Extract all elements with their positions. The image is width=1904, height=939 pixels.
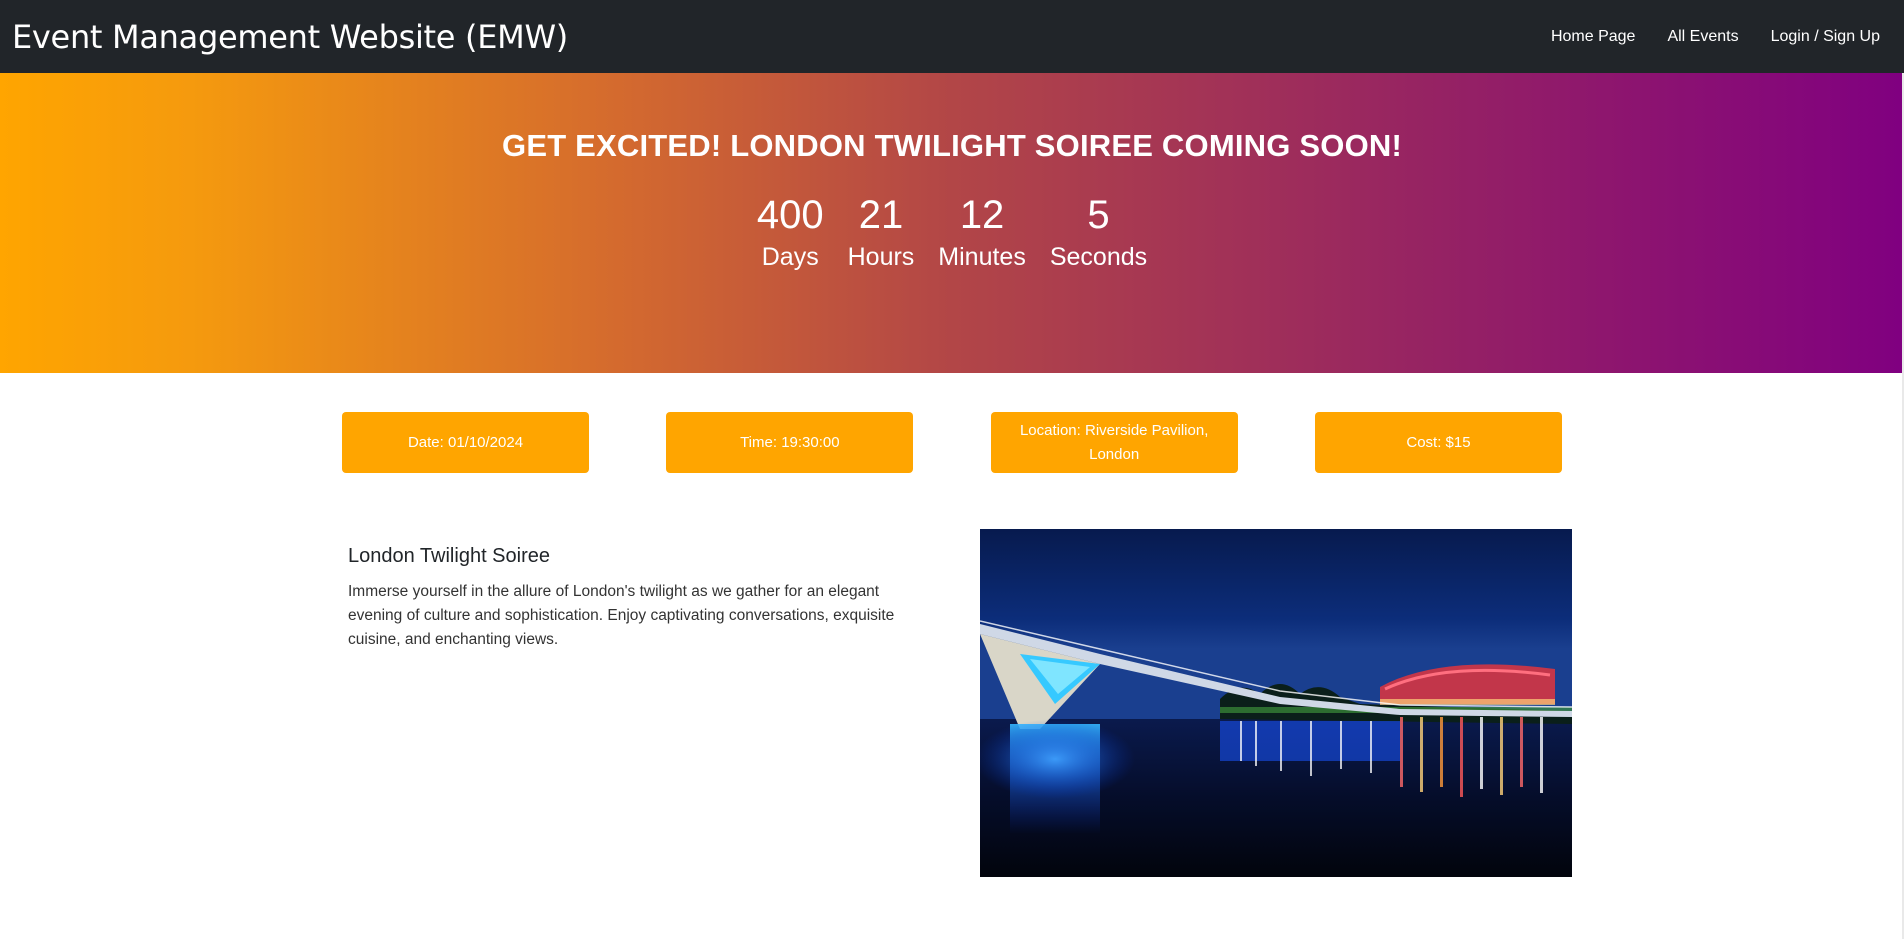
event-description: Immerse yourself in the allure of London… (348, 583, 895, 648)
nav-all-events-link[interactable]: All Events (1667, 28, 1738, 46)
time-box: Time: 19:30:00 (666, 412, 914, 473)
event-image (980, 529, 1572, 877)
countdown-minutes-label: Minutes (938, 243, 1026, 271)
nav-home-link[interactable]: Home Page (1551, 28, 1636, 46)
countdown: 400 Days 21 Hours 12 Minutes 5 Seconds (0, 191, 1904, 273)
cost-box: Cost: $15 (1314, 412, 1562, 473)
nav-links: Home Page All Events Login / Sign Up (1551, 28, 1880, 46)
navbar: Event Management Website (EMW) Home Page… (0, 0, 1904, 73)
countdown-seconds: 5 Seconds (1050, 191, 1147, 273)
event-title: London Twilight Soiree (348, 545, 550, 567)
date-box: Date: 01/10/2024 (342, 412, 589, 473)
countdown-days-value: 400 (756, 193, 824, 237)
countdown-minutes: 12 Minutes (938, 191, 1026, 273)
nav-login-signup-link[interactable]: Login / Sign Up (1771, 28, 1880, 46)
countdown-seconds-value: 5 (1087, 193, 1110, 237)
brand-link[interactable]: Event Management Website (EMW) (12, 18, 568, 56)
countdown-minutes-value: 12 (959, 193, 1005, 237)
countdown-hours-label: Hours (847, 243, 915, 271)
countdown-days: 400 Days (757, 191, 824, 273)
hero-title: GET EXCITED! LONDON TWILIGHT SOIREE COMI… (502, 128, 1402, 163)
location-box: Location: Riverside Pavilion, London (990, 412, 1238, 473)
countdown-seconds-label: Seconds (1049, 243, 1148, 271)
event-details: London Twilight Soiree Immerse yourself … (348, 545, 918, 652)
night-bridge-image (980, 529, 1572, 877)
countdown-hours: 21 Hours (848, 191, 915, 273)
countdown-days-label: Days (761, 243, 819, 271)
event-info-row: Date: 01/10/2024 Time: 19:30:00 Location… (342, 412, 1562, 473)
countdown-hours-value: 21 (858, 193, 904, 237)
countdown-hero: GET EXCITED! LONDON TWILIGHT SOIREE COMI… (0, 73, 1904, 373)
